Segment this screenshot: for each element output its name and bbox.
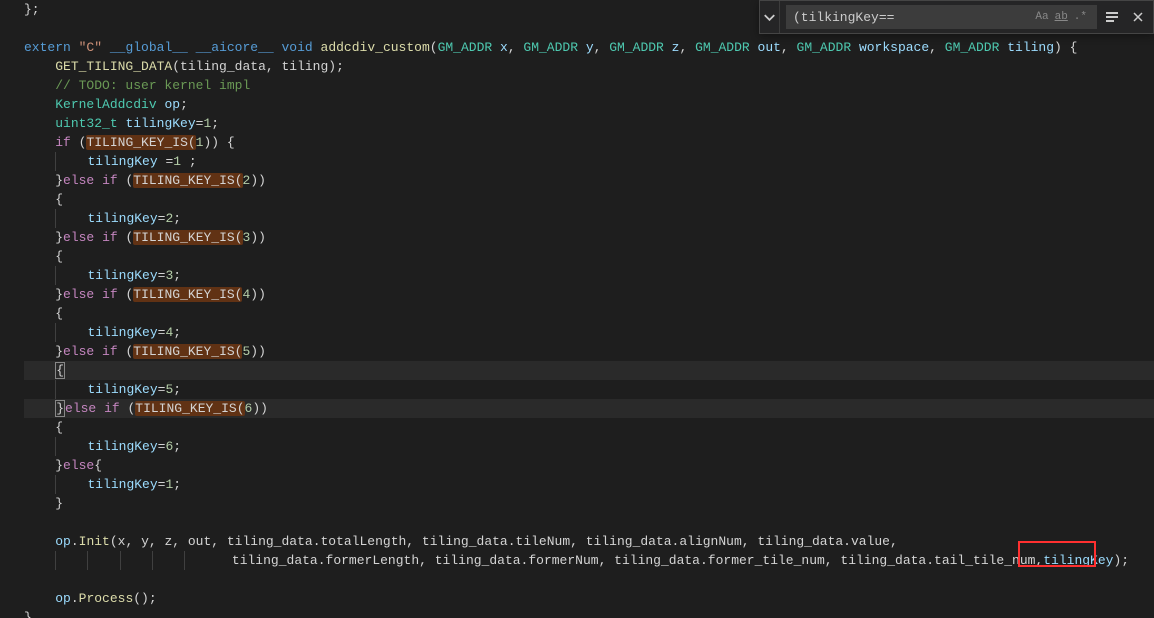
highlighted-text: TILING_KEY_IS( bbox=[133, 230, 242, 245]
highlighted-text: TILING_KEY_IS( bbox=[133, 173, 242, 188]
keyword: if bbox=[55, 135, 71, 150]
match-case-button[interactable]: Aa bbox=[1032, 11, 1051, 23]
find-input-wrapper: Aa ab .* bbox=[786, 5, 1097, 29]
type: uint32_t bbox=[55, 116, 117, 131]
string: "C" bbox=[79, 40, 102, 55]
keyword: __global__ bbox=[110, 40, 188, 55]
highlighted-text: TILING_KEY_IS( bbox=[86, 135, 195, 150]
keyword: __aicore__ bbox=[196, 40, 274, 55]
type: GM_ADDR bbox=[438, 40, 493, 55]
comment: // TODO: user kernel impl bbox=[55, 78, 250, 93]
find-widget: Aa ab .* bbox=[759, 0, 1154, 34]
code-editor[interactable]: }; extern "C" __global__ __aicore__ void… bbox=[0, 0, 1154, 618]
regex-button[interactable]: .* bbox=[1071, 11, 1090, 23]
in-selection-button[interactable] bbox=[1101, 6, 1123, 28]
match-whole-word-button[interactable]: ab bbox=[1052, 11, 1071, 23]
keyword: void bbox=[282, 40, 313, 55]
highlighted-text: TILING_KEY_IS( bbox=[133, 344, 242, 359]
type: KernelAddcdiv bbox=[55, 97, 156, 112]
highlighted-text: TILING_KEY_IS( bbox=[133, 287, 242, 302]
find-replace-toggle[interactable] bbox=[760, 1, 780, 33]
macro-call: GET_TILING_DATA bbox=[55, 59, 172, 74]
close-find-button[interactable] bbox=[1127, 6, 1149, 28]
code-text: }; bbox=[24, 2, 40, 17]
find-input[interactable] bbox=[793, 10, 1032, 25]
keyword: extern bbox=[24, 40, 71, 55]
chevron-down-icon bbox=[760, 8, 779, 27]
close-icon bbox=[1130, 9, 1146, 25]
function-name: addcdiv_custom bbox=[321, 40, 430, 55]
highlighted-text: TILING_KEY_IS( bbox=[135, 401, 244, 416]
